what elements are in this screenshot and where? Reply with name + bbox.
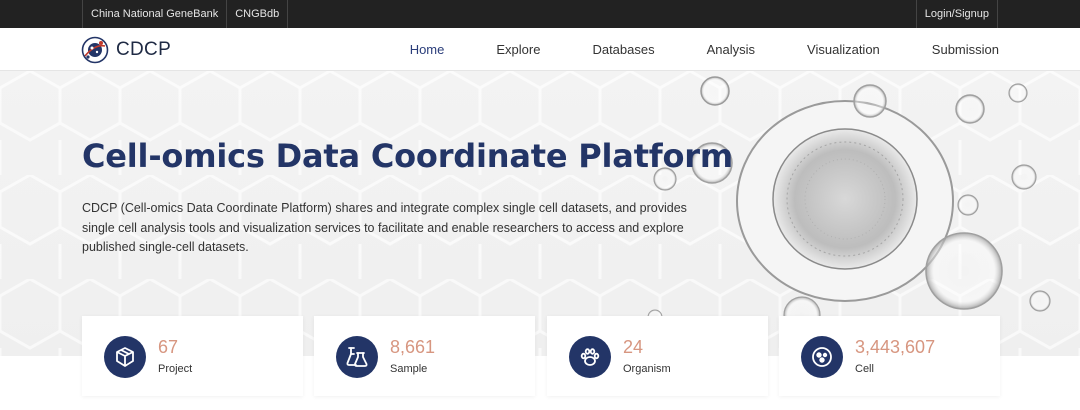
- separator: [287, 0, 289, 28]
- nav-visualization[interactable]: Visualization: [807, 42, 880, 57]
- site-logo[interactable]: CDCP: [81, 36, 171, 64]
- stat-card-sample[interactable]: 8,661 Sample: [314, 316, 535, 396]
- stat-label: Cell: [855, 363, 874, 375]
- logo-text: CDCP: [116, 39, 172, 60]
- nav-databases[interactable]: Databases: [592, 42, 654, 57]
- top-bar: China National GeneBank CNGBdb Login/Sig…: [0, 0, 1080, 28]
- page-title: Cell-omics Data Coordinate Platform: [82, 137, 734, 175]
- main-navbar: CDCP Home Explore Databases Analysis Vis…: [0, 28, 1080, 71]
- cell-icon: [801, 336, 843, 378]
- stat-card-cell[interactable]: 3,443,607 Cell: [779, 316, 1000, 396]
- nav-analysis[interactable]: Analysis: [707, 42, 755, 57]
- stat-card-organism[interactable]: 24 Organism: [547, 316, 768, 396]
- stat-label: Organism: [623, 363, 671, 375]
- paw-icon: [569, 336, 611, 378]
- hero-banner: Cell-omics Data Coordinate Platform CDCP…: [0, 71, 1080, 356]
- stats-section: 67 Project 8,661 Sample 24 Organism 3,44…: [0, 316, 1080, 410]
- box-icon: [104, 336, 146, 378]
- platform-description: CDCP (Cell-omics Data Coordinate Platfor…: [82, 201, 687, 254]
- nav-home[interactable]: Home: [410, 42, 445, 57]
- stat-value: 67: [158, 337, 179, 357]
- flask-icon: [336, 336, 378, 378]
- stat-value: 24: [623, 337, 644, 357]
- link-china-national-genebank[interactable]: China National GeneBank: [83, 0, 226, 28]
- stat-value: 8,661: [390, 337, 436, 357]
- stat-label: Project: [158, 363, 193, 375]
- cdcp-logo-icon: [81, 36, 109, 64]
- stat-label: Sample: [390, 363, 428, 375]
- nav-submission[interactable]: Submission: [932, 42, 999, 57]
- link-cngbdb[interactable]: CNGBdb: [227, 0, 287, 28]
- stat-value: 3,443,607: [855, 337, 936, 357]
- stat-card-project[interactable]: 67 Project: [82, 316, 303, 396]
- main-menu: Home Explore Databases Analysis Visualiz…: [358, 28, 999, 71]
- login-signup-link[interactable]: Login/Signup: [917, 0, 997, 28]
- separator: [997, 0, 998, 28]
- nav-explore[interactable]: Explore: [496, 42, 540, 57]
